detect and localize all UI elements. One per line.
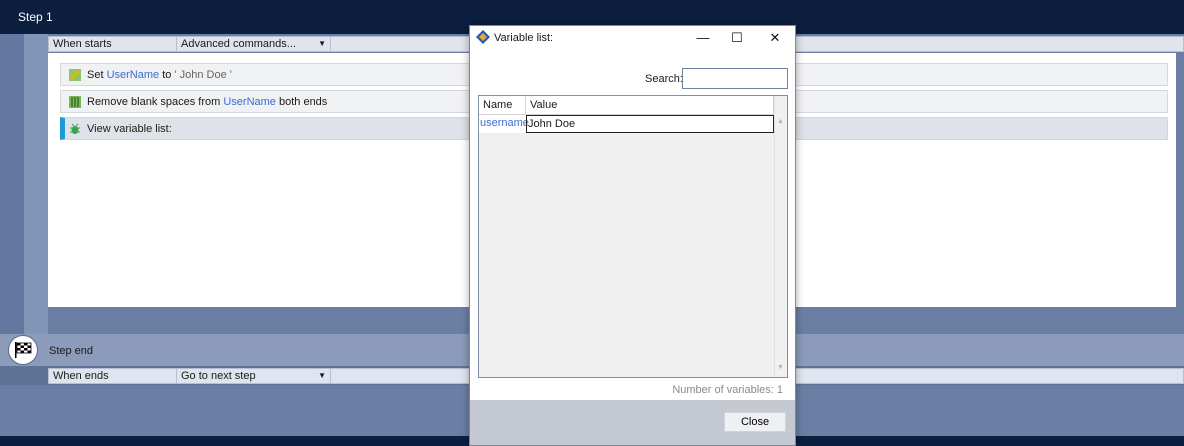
close-icon[interactable]: ✕ <box>761 28 789 48</box>
minimize-icon[interactable]: — <box>689 28 717 48</box>
variable-ref: UserName <box>106 68 160 81</box>
command-tail: both ends <box>278 95 328 108</box>
when-ends-label: When ends <box>49 369 177 383</box>
step-title: Step 1 <box>18 10 53 24</box>
outer-strip <box>0 34 24 334</box>
bug-icon <box>69 123 81 135</box>
variable-ref: UserName <box>223 95 276 108</box>
variable-count: Number of variables: 1 <box>672 384 783 396</box>
command-verb: View variable list: <box>87 122 172 135</box>
variable-name-cell[interactable]: username <box>479 115 529 133</box>
step-end-label: Step end <box>49 345 94 357</box>
vertical-scrollbar[interactable]: ▲ ▼ <box>774 96 787 377</box>
command-verb: Remove blank spaces from <box>87 95 221 108</box>
when-ends-dropdown-value: Go to next step <box>181 370 256 382</box>
chevron-down-icon: ▼ <box>318 39 326 48</box>
maximize-icon[interactable]: ☐ <box>723 28 751 48</box>
close-button[interactable]: Close <box>724 412 786 432</box>
when-starts-dropdown[interactable]: Advanced commands... ▼ <box>177 37 331 51</box>
scroll-down-icon[interactable]: ▼ <box>777 364 784 371</box>
command-connector: to <box>162 68 172 81</box>
when-starts-dropdown-value: Advanced commands... <box>181 38 296 50</box>
finish-flag-icon <box>8 335 38 365</box>
app-logo-icon <box>476 30 490 44</box>
literal-value: ' John Doe ' <box>174 68 232 81</box>
search-label: Search: <box>645 73 683 85</box>
variable-grid: Name Value username John Doe ▲ ▼ <box>478 95 788 378</box>
set-variable-icon <box>69 68 81 81</box>
inner-strip <box>24 34 48 334</box>
when-ends-dropdown[interactable]: Go to next step ▼ <box>177 369 331 383</box>
column-header-name[interactable]: Name <box>479 96 526 114</box>
table-row[interactable]: username John Doe <box>479 115 774 133</box>
chevron-down-icon: ▼ <box>318 371 326 380</box>
grid-header: Name Value <box>479 96 774 115</box>
variable-value-cell[interactable]: John Doe <box>526 115 774 133</box>
dialog-title: Variable list: <box>494 32 554 44</box>
command-verb: Set <box>87 68 104 81</box>
dialog-titlebar[interactable]: Variable list: — ☐ ✕ <box>470 26 795 50</box>
trim-spaces-icon <box>69 95 81 108</box>
variable-list-dialog: Variable list: — ☐ ✕ Search: Name Value … <box>469 25 796 446</box>
column-header-value[interactable]: Value <box>526 96 774 114</box>
search-input[interactable] <box>682 68 788 89</box>
when-starts-label: When starts <box>49 37 177 51</box>
scroll-up-icon[interactable]: ▲ <box>777 118 784 125</box>
